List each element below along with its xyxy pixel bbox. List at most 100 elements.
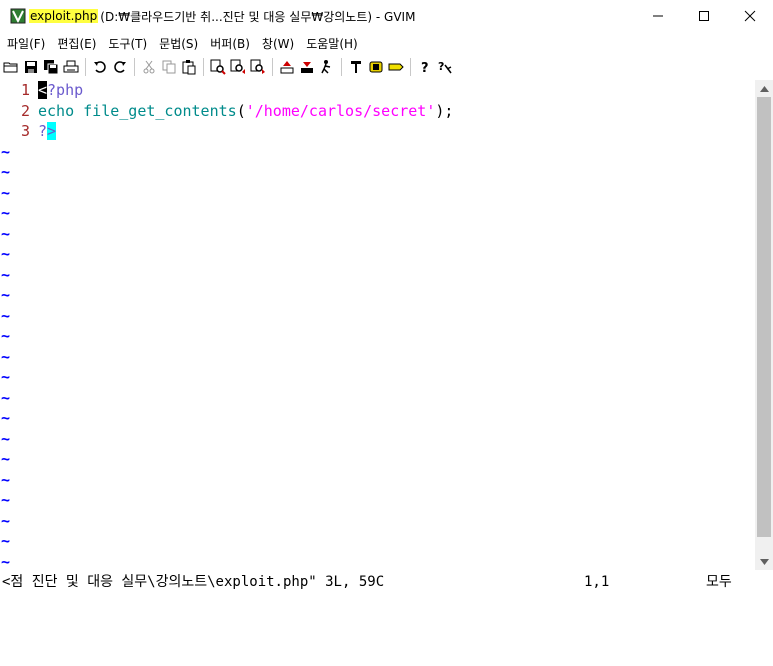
echo-keyword: echo <box>38 101 75 120</box>
scroll-up-button[interactable] <box>755 80 773 97</box>
print-icon <box>63 60 79 73</box>
make-icon <box>351 61 361 73</box>
scroll-down-button[interactable] <box>755 553 773 570</box>
window-title-filename: exploit.php <box>29 9 99 23</box>
empty-line-tilde: ~ <box>1 245 11 263</box>
function-name: file_get_contents <box>83 101 237 120</box>
minimize-button[interactable] <box>635 0 681 32</box>
line-number: 1 <box>20 81 30 99</box>
toolbar: ? ? <box>0 54 773 81</box>
empty-line-tilde: ~ <box>1 224 11 243</box>
empty-line-tilde: ~ <box>1 368 11 386</box>
toolbar-separator <box>410 58 411 76</box>
find-replace-button[interactable] <box>209 57 227 77</box>
cut-icon <box>143 60 155 74</box>
close-icon <box>744 10 756 22</box>
empty-line-tilde: ~ <box>1 552 11 571</box>
help-icon: ? <box>421 61 429 75</box>
cursor-position: 1,1 <box>584 574 610 590</box>
find-prev-button[interactable] <box>249 57 267 77</box>
paste-icon <box>182 60 196 75</box>
empty-line-tilde: ~ <box>1 265 11 284</box>
redo-button[interactable] <box>111 57 129 77</box>
empty-line-tilde: ~ <box>1 450 11 468</box>
line-number: 2 <box>20 101 30 120</box>
empty-line-tilde: ~ <box>1 409 11 427</box>
make-button[interactable] <box>347 57 365 77</box>
empty-line-tilde: ~ <box>1 327 11 345</box>
undo-icon <box>94 61 106 73</box>
vertical-scrollbar[interactable] <box>755 80 773 570</box>
svg-text:?: ? <box>421 61 429 75</box>
title-bar: exploit.php (D:₩클라우드기반 취...진단 및 대응 실무₩강의… <box>0 0 773 32</box>
redo-icon <box>114 61 126 73</box>
menu-bar: 파일(F) 편집(E) 도구(T) 문법(S) 버퍼(B) 창(W) 도움말(H… <box>0 32 773 54</box>
gvim-app-icon[interactable] <box>10 8 26 24</box>
file-info-message: <점 진단 및 대응 실무\강의노트\exploit.php" 3L, 59C <box>2 574 385 590</box>
line-number: 3 <box>20 122 30 140</box>
open-button[interactable] <box>2 57 20 77</box>
load-session-icon <box>280 61 294 74</box>
empty-line-tilde: ~ <box>1 306 11 325</box>
empty-line-tilde: ~ <box>1 511 11 530</box>
code-line[interactable]: 1 <?php <box>0 80 755 101</box>
save-icon <box>25 61 37 73</box>
scroll-indicator: 모두 <box>706 574 732 590</box>
code-line[interactable]: 3 ?> <box>0 121 755 142</box>
empty-line-tilde: ~ <box>1 491 11 509</box>
menu-file[interactable]: 파일(F) <box>0 35 50 52</box>
text-cursor: < <box>38 81 48 99</box>
paste-button[interactable] <box>180 57 198 77</box>
empty-line-tilde: ~ <box>1 388 11 407</box>
command-line: <점 진단 및 대응 실무\강의노트\exploit.php" 3L, 59C … <box>0 570 773 594</box>
menu-window[interactable]: 창(W) <box>255 35 299 52</box>
toolbar-separator <box>203 58 204 76</box>
find-next-icon <box>230 59 245 74</box>
menu-buffers[interactable]: 버퍼(B) <box>203 35 255 52</box>
print-button[interactable] <box>62 57 80 77</box>
save-all-icon <box>44 60 59 75</box>
menu-syntax[interactable]: 문법(S) <box>152 35 203 52</box>
empty-line-tilde: ~ <box>1 532 11 550</box>
save-all-button[interactable] <box>42 57 60 77</box>
jump-tag-button[interactable] <box>387 57 405 77</box>
run-script-icon <box>321 60 331 74</box>
empty-line-tilde: ~ <box>1 429 11 448</box>
find-help-button[interactable]: ? <box>436 57 454 77</box>
toolbar-separator <box>272 58 273 76</box>
toolbar-separator <box>134 58 135 76</box>
help-button[interactable]: ? <box>416 57 434 77</box>
close-button[interactable] <box>727 0 773 32</box>
matching-bracket-highlight: > <box>47 122 57 140</box>
menu-help[interactable]: 도움말(H) <box>299 35 363 52</box>
save-session-button[interactable] <box>298 57 316 77</box>
find-next-button[interactable] <box>229 57 247 77</box>
open-paren: ( <box>236 101 246 120</box>
empty-line-tilde: ~ <box>1 142 11 161</box>
maximize-icon <box>699 11 709 21</box>
menu-tools[interactable]: 도구(T) <box>101 35 152 52</box>
run-ctags-button[interactable] <box>367 57 385 77</box>
scrollbar-thumb[interactable] <box>757 97 771 537</box>
empty-line-tilde: ~ <box>1 204 11 222</box>
window-title-path: (D:₩클라우드기반 취...진단 및 대응 실무₩강의노트) - GVIM <box>100 9 416 24</box>
find-help-icon: ? <box>438 60 452 74</box>
copy-button[interactable] <box>160 57 178 77</box>
window-controls <box>635 0 773 32</box>
find-prev-icon <box>250 59 265 74</box>
text-editor-area[interactable]: 1 <?php 2 echo file_get_contents('/home/ca… <box>0 80 755 570</box>
empty-line-tilde: ~ <box>1 347 11 366</box>
empty-line-tilde: ~ <box>1 286 11 304</box>
run-script-button[interactable] <box>318 57 336 77</box>
code-line[interactable]: 2 echo file_get_contents('/home/carlos/se… <box>0 101 755 122</box>
cut-button[interactable] <box>140 57 158 77</box>
menu-edit[interactable]: 편집(E) <box>50 35 101 52</box>
copy-icon <box>162 60 176 74</box>
jump-tag-icon <box>388 63 404 71</box>
maximize-button[interactable] <box>681 0 727 32</box>
save-button[interactable] <box>22 57 40 77</box>
run-ctags-icon <box>369 61 383 73</box>
undo-button[interactable] <box>91 57 109 77</box>
open-icon <box>3 62 18 73</box>
load-session-button[interactable] <box>278 57 296 77</box>
